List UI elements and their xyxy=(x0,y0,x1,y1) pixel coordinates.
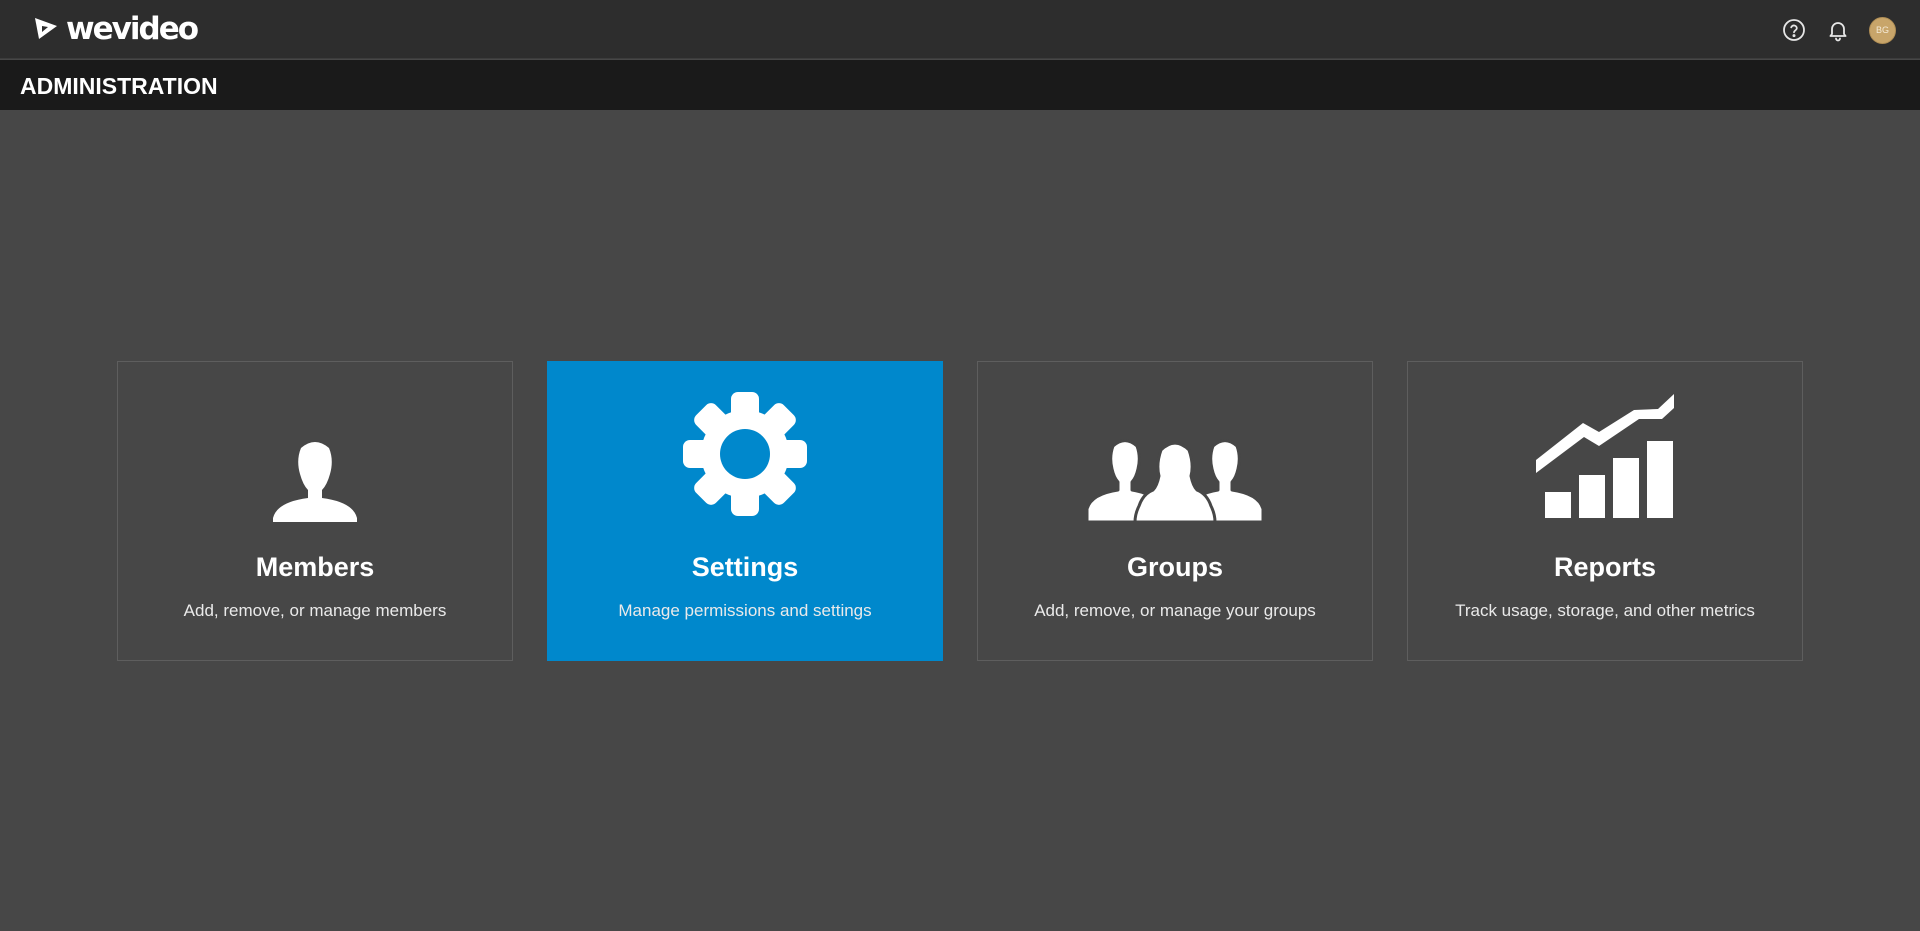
card-title: Reports xyxy=(1553,552,1656,582)
logo-text: wevideo xyxy=(66,11,199,47)
card-title: Settings xyxy=(691,552,799,582)
member-icon xyxy=(118,397,512,522)
reports-card[interactable]: Reports Track usage, storage, and other … xyxy=(1407,361,1803,661)
wevideo-logo-icon xyxy=(34,17,58,41)
card-title: Groups xyxy=(1126,552,1223,582)
card-description: Track usage, storage, and other metrics xyxy=(1455,601,1755,620)
wevideo-logo[interactable]: wevideo xyxy=(34,11,199,47)
settings-card[interactable]: Settings Manage permissions and settings xyxy=(547,361,943,661)
groups-card[interactable]: Groups Add, remove, or manage your group… xyxy=(977,361,1373,661)
card-description: Manage permissions and settings xyxy=(618,601,872,620)
admin-header: ADMINISTRATION xyxy=(0,60,1920,110)
reports-chart-icon xyxy=(1408,394,1802,522)
top-bar: wevideo BG xyxy=(0,0,1920,59)
card-description: Add, remove, or manage your groups xyxy=(1034,601,1316,620)
avatar[interactable]: BG xyxy=(1869,16,1896,44)
groups-icon xyxy=(978,397,1372,522)
card-title: Members xyxy=(255,552,375,582)
help-circle-icon[interactable] xyxy=(1781,17,1807,43)
card-description: Add, remove, or manage members xyxy=(183,601,447,620)
top-actions: BG xyxy=(1781,15,1896,45)
admin-cards: Members Add, remove, or manage members S… xyxy=(117,361,1803,661)
members-card[interactable]: Members Add, remove, or manage members xyxy=(117,361,513,661)
page-title: ADMINISTRATION xyxy=(20,73,218,99)
bell-icon[interactable] xyxy=(1825,17,1851,43)
gear-icon xyxy=(548,392,942,522)
